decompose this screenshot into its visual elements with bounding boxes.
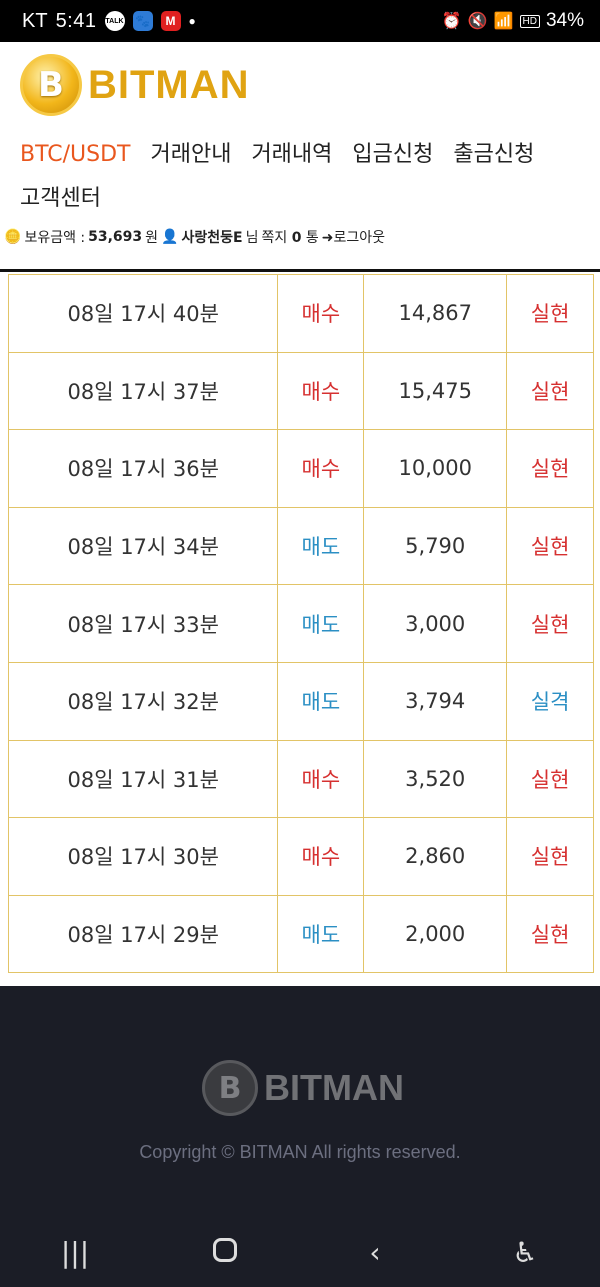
site-footer: B BITMAN Copyright © BITMAN All rights r… (0, 986, 600, 1218)
username: 사랑천둥E (181, 230, 243, 246)
table-row: 08일 17시 40분 매수 14,867 실현 (7, 274, 594, 353)
trade-history-table: 08일 17시 40분 매수 14,867 실현 08일 17시 37분 매수 15,475… (7, 274, 594, 974)
user-icon: 👤 (161, 229, 179, 245)
trade-type: 매수 (277, 817, 365, 896)
main-nav: BTC/USDT 거래안내 거래내역 입금신청 출금신청 고객센터 (20, 138, 590, 216)
status-left: KT 5:41 TALK 🐾 M ● (22, 10, 196, 33)
home-icon[interactable] (185, 1236, 265, 1269)
table-row: 08일 17시 33분 매도 3,000 실현 (7, 584, 594, 663)
trade-table-body: 08일 17시 40분 매수 14,867 실현 08일 17시 37분 매수 15,475… (7, 274, 594, 974)
nav-customer-center[interactable]: 고객센터 (20, 182, 101, 216)
status-bar: KT 5:41 TALK 🐾 M ● ⏰ 🔇 📶 HD 34% (0, 0, 600, 42)
trade-time: 08일 17시 36분 (7, 429, 279, 508)
table-row: 08일 17시 37분 매수 15,475 실현 (7, 351, 594, 431)
trade-amount: 5,790 (363, 506, 508, 586)
footer-logo-text: BITMAN (264, 1067, 404, 1108)
trade-result: 실현 (506, 584, 594, 663)
trade-time: 08일 17시 40분 (7, 274, 279, 353)
trade-type: 매도 (277, 661, 365, 741)
nav-withdraw[interactable]: 출금신청 (453, 138, 534, 172)
table-row: 08일 17시 31분 매수 3,520 실현 (7, 739, 594, 819)
nav-trade-guide[interactable]: 거래안내 (150, 138, 231, 172)
balance-value: 53,693 (88, 229, 143, 245)
trade-time: 08일 17시 33분 (7, 584, 279, 663)
trade-type: 매도 (277, 506, 365, 586)
trade-result: 실현 (506, 894, 594, 974)
trade-type: 매수 (277, 739, 365, 819)
hd-badge: HD (519, 14, 540, 28)
trade-type: 매도 (277, 894, 365, 974)
battery-level: 34% (545, 10, 584, 31)
notification-dot-icon: ● (188, 14, 196, 28)
wifi-icon: 📶 (493, 13, 514, 30)
status-right: ⏰ 🔇 📶 HD 34% (442, 10, 584, 32)
logout-label: 로그아웃 (333, 230, 386, 246)
table-row: 08일 17시 30분 매수 2,860 실현 (7, 817, 594, 896)
back-icon[interactable]: ‹ (335, 1236, 415, 1269)
messages-link[interactable]: 쪽지 0 통 (261, 227, 318, 247)
site-header: B BITMAN BTC/USDT 거래안내 거래내역 입금신청 출금신청 고객… (0, 42, 600, 272)
trade-amount: 3,000 (363, 584, 508, 663)
trade-type: 매수 (277, 351, 365, 431)
trade-amount: 3,520 (363, 739, 508, 819)
trade-result: 실현 (506, 739, 594, 819)
m-app-icon: M (160, 11, 181, 31)
clock: 5:41 (55, 9, 97, 32)
footer-logo: B BITMAN (202, 1060, 404, 1116)
trade-time: 08일 17시 30분 (7, 817, 279, 896)
accessibility-icon[interactable]: ♿ (485, 1236, 565, 1269)
coins-icon: 🪙 (4, 229, 22, 245)
trade-result: 실현 (506, 274, 594, 353)
messages-count: 0 (291, 230, 302, 246)
trade-amount: 15,475 (363, 351, 508, 431)
logout-icon: ➜ (321, 230, 334, 246)
messages-label: 쪽지 (261, 230, 288, 246)
trade-result: 실현 (506, 429, 594, 508)
mute-icon: 🔇 (467, 13, 488, 30)
trade-amount: 3,794 (363, 661, 508, 741)
balance-label: 보유금액 : (24, 230, 86, 246)
honorific: 님 (245, 230, 259, 246)
nav-trade-history[interactable]: 거래내역 (251, 138, 332, 172)
trade-amount: 2,000 (363, 894, 508, 974)
trade-time: 08일 17시 37분 (7, 351, 279, 431)
trade-time: 08일 17시 34분 (7, 506, 279, 586)
trade-amount: 14,867 (363, 274, 508, 353)
logout-link[interactable]: ➜로그아웃 (322, 227, 385, 247)
table-row: 08일 17시 36분 매수 10,000 실현 (7, 429, 594, 508)
trade-amount: 2,860 (363, 817, 508, 896)
table-row: 08일 17시 29분 매도 2,000 실현 (7, 894, 594, 974)
trade-time: 08일 17시 29분 (7, 894, 279, 974)
recent-apps-icon[interactable]: ||| (35, 1236, 115, 1269)
copyright-text: Copyright © BITMAN All rights reserved. (139, 1142, 461, 1162)
trade-type: 매수 (277, 429, 365, 508)
table-row: 08일 17시 32분 매도 3,794 실격 (7, 661, 594, 741)
nav-deposit[interactable]: 입금신청 (352, 138, 433, 172)
table-row: 08일 17시 34분 매도 5,790 실현 (7, 506, 594, 586)
trade-amount: 10,000 (363, 429, 508, 508)
site-logo[interactable]: B BITMAN (20, 54, 250, 116)
trade-result: 실현 (506, 351, 594, 431)
messages-unit: 통 (305, 230, 319, 246)
bitcoin-coin-icon: B (20, 54, 82, 116)
trade-time: 08일 17시 32분 (7, 661, 279, 741)
trade-result: 실현 (506, 506, 594, 586)
trade-type: 매도 (277, 584, 365, 663)
carrier-label: KT (22, 9, 48, 32)
trade-type: 매수 (277, 274, 365, 353)
user-info-bar: 🪙 보유금액 : 53,693 원 👤 사랑천둥E 님 쪽지 0 통 ➜로그아웃 (4, 227, 385, 247)
trade-result: 실격 (506, 661, 594, 741)
android-nav-bar: ||| ‹ ♿ (0, 1218, 600, 1287)
trade-result: 실현 (506, 817, 594, 896)
alarm-icon: ⏰ (441, 13, 462, 30)
balance-unit: 원 (145, 230, 159, 246)
trade-time: 08일 17시 31분 (7, 739, 279, 819)
footer-bitcoin-icon: B (202, 1060, 258, 1116)
kakaotalk-icon: TALK (104, 11, 125, 31)
paw-app-icon: 🐾 (132, 11, 153, 31)
nav-btc-usdt[interactable]: BTC/USDT (20, 138, 130, 172)
logo-text: BITMAN (88, 62, 250, 107)
